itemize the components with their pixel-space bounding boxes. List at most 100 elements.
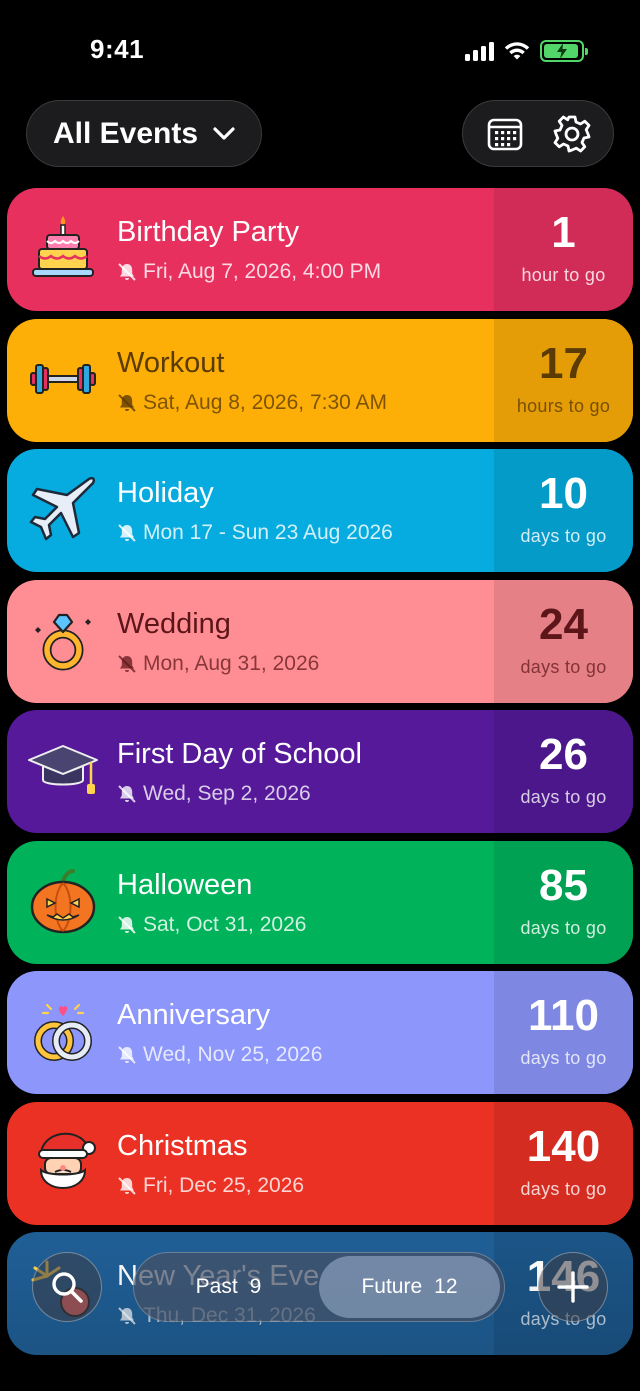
countdown-box: 140 days to go	[494, 1101, 633, 1225]
segment-future[interactable]: Future 12	[319, 1256, 500, 1318]
settings-button[interactable]	[547, 109, 597, 159]
event-date: Sat, Oct 31, 2026	[143, 912, 307, 936]
dumbbell-icon	[27, 343, 99, 415]
event-card-3[interactable]: Wedding Mon, Aug 31, 2026 24 days to go	[7, 579, 633, 703]
event-title: Anniversary	[117, 999, 271, 1031]
event-date-row: Mon, Aug 31, 2026	[117, 652, 319, 676]
header-actions	[462, 100, 614, 167]
pumpkin-icon	[27, 865, 99, 937]
wifi-icon	[504, 42, 530, 60]
ring-icon	[27, 604, 99, 676]
event-card-2[interactable]: Holiday Mon 17 - Sun 23 Aug 2026 10 days…	[7, 449, 633, 572]
bell-off-icon	[118, 785, 136, 803]
countdown-box: 10 days to go	[494, 449, 633, 572]
countdown-box: 24 days to go	[494, 579, 633, 703]
plus-icon	[557, 1271, 589, 1303]
countdown-unit: days to go	[520, 917, 607, 938]
event-date: Sat, Aug 8, 2026, 7:30 AM	[143, 390, 388, 414]
event-card-5[interactable]: Halloween Sat, Oct 31, 2026 85 days to g…	[7, 840, 633, 964]
countdown-number: 85	[539, 860, 588, 910]
event-date-row: Fri, Aug 7, 2026, 4:00 PM	[117, 260, 381, 284]
event-card-body: Christmas Fri, Dec 25, 2026	[7, 1102, 494, 1225]
event-date: Mon 17 - Sun 23 Aug 2026	[143, 521, 393, 544]
segment-future-label: Future	[361, 1275, 423, 1298]
event-date: Mon, Aug 31, 2026	[143, 651, 320, 675]
calendar-icon	[487, 118, 522, 150]
bell-off-icon	[118, 393, 136, 412]
status-bar: 9:41	[0, 0, 640, 100]
event-card-7[interactable]: Christmas Fri, Dec 25, 2026 140 days to …	[7, 1101, 633, 1225]
countdown-unit: days to go	[520, 656, 607, 677]
event-title: Halloween	[117, 868, 253, 901]
cellular-signal-icon	[465, 41, 494, 61]
countdown-number: 1	[551, 208, 576, 257]
countdown-unit: hours to go	[516, 395, 611, 416]
bell-off-icon	[118, 524, 136, 542]
event-card-6[interactable]: Anniversary Wed, Nov 25, 2026 110 days t…	[7, 971, 633, 1094]
bell-off-icon	[118, 1307, 136, 1325]
event-title: Wedding	[117, 607, 231, 640]
bell-off-icon	[118, 263, 136, 281]
countdown-box: 85 days to go	[494, 840, 633, 964]
event-filter-dropdown[interactable]: All Events	[26, 100, 262, 167]
event-card-body: Holiday Mon 17 - Sun 23 Aug 2026	[7, 449, 494, 572]
bell-off-icon	[118, 915, 136, 934]
calendar-button[interactable]	[480, 109, 530, 159]
countdown-unit: days to go	[520, 787, 607, 807]
event-card-4[interactable]: First Day of School Wed, Sep 2, 2026 26 …	[7, 710, 633, 833]
event-card-body: Birthday Party Fri, Aug 7, 2026, 4:00 PM	[7, 188, 494, 311]
event-card-1[interactable]: Workout Sat, Aug 8, 2026, 7:30 AM 17 hou…	[7, 318, 633, 442]
status-time: 9:41	[90, 34, 145, 64]
event-date: Wed, Sep 2, 2026	[143, 782, 311, 805]
countdown-unit: days to go	[520, 1048, 607, 1068]
event-date-row: Wed, Sep 2, 2026	[117, 782, 311, 806]
event-title: Birthday Party	[117, 216, 300, 248]
countdown-box: 17 hours to go	[494, 318, 633, 442]
event-title: First Day of School	[117, 738, 362, 770]
event-card-0[interactable]: Birthday Party Fri, Aug 7, 2026, 4:00 PM…	[7, 188, 633, 311]
past-future-segmented-control: Past 9 Future 12	[133, 1252, 505, 1322]
event-date-row: Mon 17 - Sun 23 Aug 2026	[117, 521, 393, 545]
filter-label: All Events	[53, 116, 199, 150]
status-icons	[465, 40, 588, 62]
gear-icon	[553, 115, 590, 152]
event-card-body: Halloween Sat, Oct 31, 2026	[7, 841, 494, 964]
event-title: Holiday	[117, 477, 214, 509]
countdown-box: 110 days to go	[494, 971, 633, 1094]
bell-off-icon	[118, 1176, 136, 1195]
countdown-unit: days to go	[520, 526, 607, 546]
event-date-row: Sat, Aug 8, 2026, 7:30 AM	[117, 391, 387, 415]
segment-future-count: 12	[434, 1275, 458, 1298]
airplane-icon	[27, 473, 99, 545]
chevron-down-icon	[213, 126, 235, 140]
event-title: Workout	[117, 346, 225, 379]
bell-off-icon	[118, 1046, 136, 1064]
add-event-button[interactable]	[538, 1252, 608, 1322]
event-list: Birthday Party Fri, Aug 7, 2026, 4:00 PM…	[7, 188, 633, 1363]
event-card-body: Workout Sat, Aug 8, 2026, 7:30 AM	[7, 319, 494, 442]
search-icon	[52, 1272, 83, 1303]
segment-past[interactable]: Past 9	[138, 1256, 319, 1318]
event-date: Fri, Dec 25, 2026	[143, 1173, 305, 1197]
event-card-body: First Day of School Wed, Sep 2, 2026	[7, 710, 494, 833]
countdown-number: 140	[526, 1121, 601, 1171]
graduation-cap-icon	[27, 734, 99, 806]
event-card-body: Anniversary Wed, Nov 25, 2026	[7, 971, 494, 1094]
countdown-box: 1 hour to go	[494, 188, 633, 311]
countdown-number: 24	[539, 599, 588, 649]
countdown-number: 110	[528, 991, 599, 1040]
santa-icon	[27, 1126, 99, 1198]
bell-off-icon	[118, 654, 136, 673]
search-button[interactable]	[32, 1252, 102, 1322]
event-date-row: Sat, Oct 31, 2026	[117, 913, 306, 937]
event-date-row: Fri, Dec 25, 2026	[117, 1174, 304, 1198]
event-card-body: Wedding Mon, Aug 31, 2026	[7, 580, 494, 703]
segment-past-count: 9	[249, 1275, 262, 1298]
countdown-number: 26	[539, 730, 588, 779]
rings-icon	[27, 995, 99, 1067]
countdown-unit: hour to go	[521, 265, 606, 285]
countdown-number: 17	[539, 338, 588, 388]
event-date: Wed, Nov 25, 2026	[143, 1043, 323, 1066]
countdown-number: 10	[539, 469, 588, 518]
event-date: Fri, Aug 7, 2026, 4:00 PM	[143, 260, 382, 283]
